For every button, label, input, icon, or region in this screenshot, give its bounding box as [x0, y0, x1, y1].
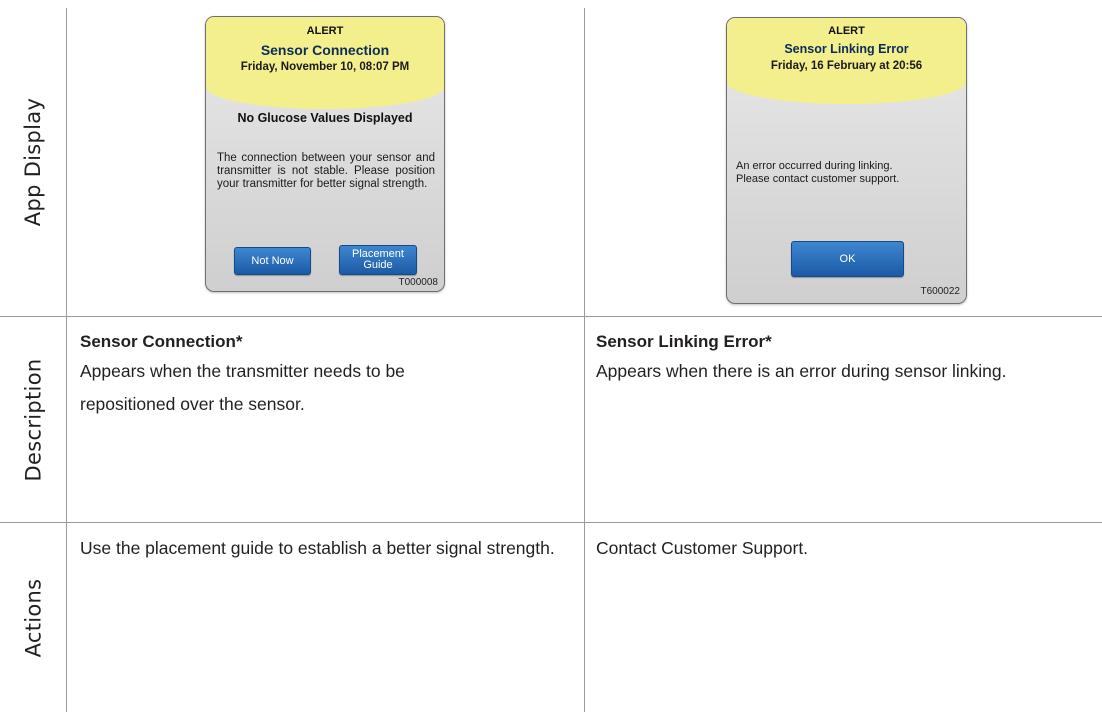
alert-date: Friday, November 10, 08:07 PM: [240, 61, 410, 73]
alert-code: T600022: [920, 286, 960, 297]
alert-label: ALERT: [828, 25, 865, 37]
sensor-linking-error-alert-screen: ALERT Sensor Linking Error Friday, 16 Fe…: [726, 17, 967, 304]
right-description-text: Appears when there is an error during se…: [596, 361, 1007, 381]
grid-line-horizontal-2: [0, 522, 1102, 523]
alert-message-line1: An error occurred during linking.: [736, 160, 893, 172]
grid-line-vertical-left: [66, 8, 67, 712]
left-description-title: Sensor Connection*: [80, 332, 243, 351]
grid-line-vertical-middle: [584, 8, 585, 712]
placement-guide-button[interactable]: Placement Guide: [339, 245, 417, 275]
row-label-actions: Actions: [0, 523, 66, 712]
right-description-title: Sensor Linking Error*: [596, 332, 772, 351]
not-now-button-label: Not Now: [251, 254, 294, 267]
alert-code: T000008: [398, 277, 438, 288]
sensor-connection-alert-screen: ALERT Sensor Connection Friday, November…: [205, 16, 445, 292]
alert-heading: No Glucose Values Displayed: [237, 111, 413, 125]
grid-line-horizontal-1: [0, 316, 1102, 317]
alert-title: Sensor Connection: [260, 42, 390, 58]
alert-message: An error occurred during linking. Please…: [736, 160, 960, 186]
alert-date: Friday, 16 February at 20:56: [770, 60, 923, 72]
ok-button-label: OK: [839, 252, 856, 265]
alert-message: The connection between your sensor and t…: [217, 152, 435, 190]
alert-message-line2: Please contact customer support.: [736, 173, 900, 185]
ok-button[interactable]: OK: [791, 241, 904, 277]
alert-label: ALERT: [306, 25, 344, 37]
alert-title: Sensor Linking Error: [784, 42, 909, 56]
alert-header-banner: ALERT Sensor Connection Friday, November…: [206, 17, 444, 109]
alert-header-banner: ALERT Sensor Linking Error Friday, 16 Fe…: [727, 18, 966, 104]
row-label-actions-text: Actions: [21, 578, 45, 657]
row-label-app-display: App Display: [0, 8, 66, 316]
placement-guide-button-label-line2: Guide: [363, 259, 393, 271]
right-actions-text: Contact Customer Support.: [596, 538, 809, 558]
row-label-app-display-text: App Display: [21, 97, 46, 227]
left-actions-text: Use the placement guide to establish a b…: [80, 538, 555, 558]
not-now-button[interactable]: Not Now: [234, 247, 311, 275]
left-description-text: Appears when the transmitter needs to be…: [80, 361, 405, 414]
row-label-description-text: Description: [21, 358, 45, 481]
row-label-description: Description: [0, 317, 66, 522]
